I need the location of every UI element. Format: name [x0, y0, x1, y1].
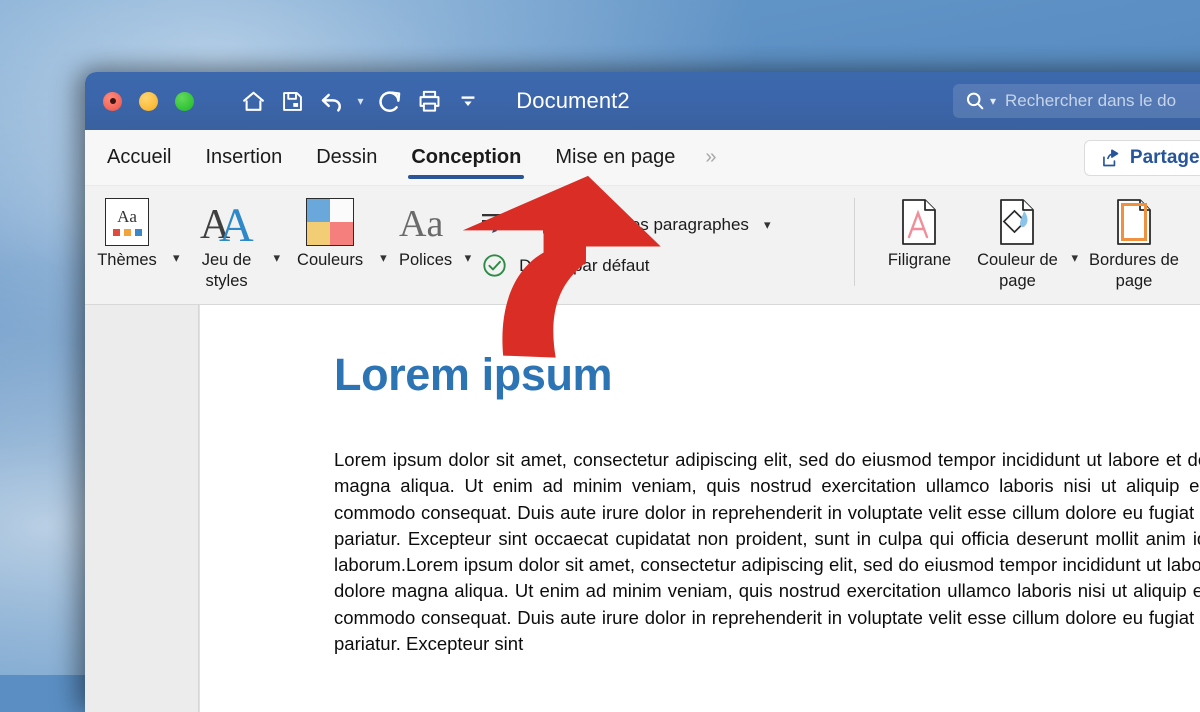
- share-button-label: Partager: [1129, 147, 1200, 168]
- search-icon: [964, 90, 986, 112]
- watermark-button[interactable]: Filigrane: [871, 186, 967, 271]
- home-icon[interactable]: [236, 84, 270, 118]
- minimize-button[interactable]: [139, 91, 158, 111]
- set-default-label: Définir par défaut: [519, 255, 650, 275]
- svg-text:Aa: Aa: [399, 203, 443, 244]
- fonts-label: Polices: [398, 251, 453, 269]
- colors-swatch-icon: [306, 195, 355, 249]
- colors-dropdown-chevron-icon[interactable]: ▾: [376, 250, 391, 266]
- ribbon-group-separator: [854, 198, 856, 286]
- ribbon-group-themes: Aa Thèmes ▾ A A Jeu de styles ▾ Couleurs…: [85, 186, 475, 304]
- colors-button[interactable]: Couleurs: [284, 186, 376, 271]
- document-heading: Lorem ipsum: [334, 349, 613, 400]
- page-borders-icon: [1112, 195, 1156, 249]
- tab-conception[interactable]: Conception: [408, 130, 525, 185]
- document-title-text: Document2: [516, 88, 630, 113]
- document-page[interactable]: Lorem ipsum Lorem ipsum dolor sit amet, …: [199, 305, 1200, 712]
- page-color-dropdown-chevron-icon[interactable]: ▾: [1067, 250, 1082, 266]
- tab-overflow-chevron-icon[interactable]: »: [705, 146, 716, 169]
- fonts-button[interactable]: Aa Polices: [391, 186, 461, 271]
- document-left-margin: [85, 305, 199, 712]
- document-body-text: Lorem ipsum dolor sit amet, consectetur …: [334, 449, 1200, 654]
- style-set-icon: A A: [199, 195, 255, 249]
- paragraph-spacing-icon: [481, 211, 511, 238]
- page-color-label: Couleur de page: [977, 251, 1058, 291]
- close-button[interactable]: [103, 91, 122, 111]
- maximize-button[interactable]: [175, 91, 194, 111]
- window-title-bar: ▾ Document2 ▾ Rechercher dans le do: [85, 72, 1200, 130]
- tab-accueil[interactable]: Accueil: [107, 130, 171, 185]
- ribbon-group-page: Filigrane Couleur de page ▾ Bordures de …: [871, 186, 1186, 304]
- quick-access-toolbar: ▾: [236, 84, 485, 118]
- set-default-button[interactable]: Définir par défaut: [481, 252, 770, 279]
- svg-text:A: A: [219, 199, 254, 246]
- paragraph-spacing-dropdown-chevron-icon[interactable]: ▾: [764, 217, 771, 233]
- share-icon: [1100, 148, 1121, 169]
- ribbon-group-paragraph: Espacement des paragraphes ▾ Définir par…: [475, 186, 770, 304]
- tab-dessin[interactable]: Dessin: [316, 130, 377, 185]
- page-borders-button[interactable]: Bordures de page: [1082, 186, 1186, 292]
- search-placeholder: Rechercher dans le do: [1005, 91, 1177, 110]
- watermark-icon: [897, 195, 941, 249]
- colors-label: Couleurs: [297, 251, 364, 269]
- ribbon-conception: Aa Thèmes ▾ A A Jeu de styles ▾ Couleurs…: [85, 186, 1200, 305]
- page-borders-label: Bordures de page: [1089, 251, 1179, 291]
- save-icon[interactable]: [275, 84, 309, 118]
- print-icon[interactable]: [412, 84, 446, 118]
- watermark-label: Filigrane: [887, 251, 952, 269]
- share-button[interactable]: Partager: [1083, 140, 1200, 176]
- document-canvas: Lorem ipsum Lorem ipsum dolor sit amet, …: [85, 305, 1200, 712]
- themes-button[interactable]: Aa Thèmes: [85, 186, 169, 271]
- search-input[interactable]: ▾ Rechercher dans le do: [953, 84, 1200, 118]
- redo-icon[interactable]: [373, 84, 407, 118]
- themes-dropdown-chevron-icon[interactable]: ▾: [169, 250, 184, 266]
- themes-label: Thèmes: [97, 251, 157, 269]
- fonts-icon: Aa: [397, 195, 455, 249]
- themes-icon: Aa: [105, 195, 149, 249]
- style-set-dropdown-chevron-icon[interactable]: ▾: [270, 250, 285, 266]
- word-application-window: ▾ Document2 ▾ Rechercher dans le do Accu…: [85, 72, 1200, 712]
- set-default-check-icon: [481, 252, 508, 279]
- paragraph-spacing-button[interactable]: Espacement des paragraphes ▾: [481, 211, 770, 238]
- tab-mise-en-page[interactable]: Mise en page: [555, 130, 675, 185]
- fonts-dropdown-chevron-icon[interactable]: ▾: [461, 250, 476, 266]
- ribbon-tab-strip: Accueil Insertion Dessin Conception Mise…: [85, 130, 1200, 186]
- window-controls: [103, 91, 194, 111]
- undo-dropdown-chevron-icon[interactable]: ▾: [353, 94, 368, 108]
- search-scope-chevron-icon[interactable]: ▾: [990, 94, 996, 108]
- tab-insertion[interactable]: Insertion: [205, 130, 282, 185]
- undo-icon[interactable]: [314, 84, 348, 118]
- style-set-button[interactable]: A A Jeu de styles: [184, 186, 270, 292]
- paragraph-spacing-label: Espacement des paragraphes: [522, 214, 749, 234]
- customize-toolbar-icon[interactable]: [451, 84, 485, 118]
- style-set-label: Jeu de styles: [201, 251, 252, 291]
- page-color-button[interactable]: Couleur de page: [967, 186, 1067, 292]
- page-color-icon: [995, 195, 1039, 249]
